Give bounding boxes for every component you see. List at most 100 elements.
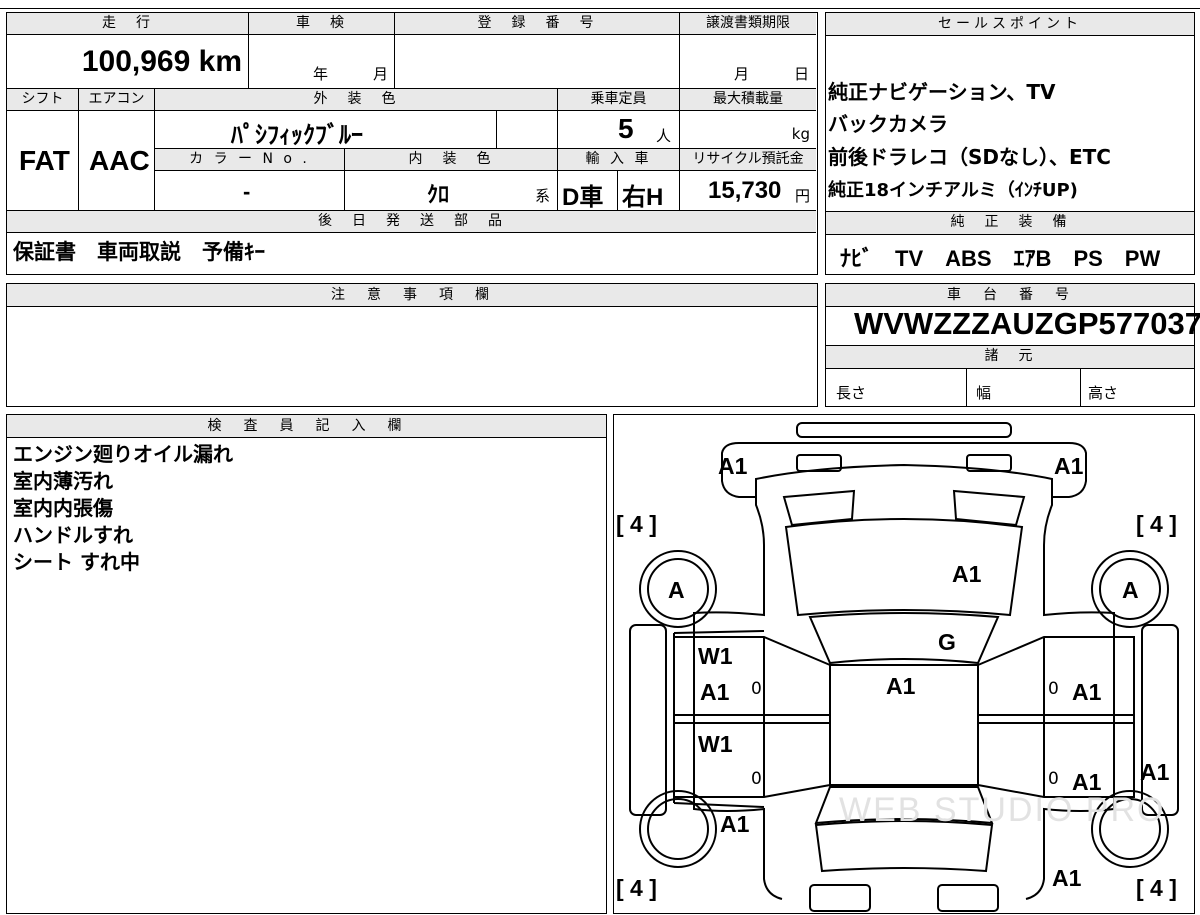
transfer-month: 月 [734,65,750,83]
ext-color-header: 外 装 色 [155,89,558,111]
int-color-suffix: 系 [535,187,551,205]
caution-panel: 注 意 事 項 欄 [6,283,818,407]
equipment-header: 純 正 装 備 [826,211,1194,235]
maxload-unit: kg [791,125,810,143]
inspector-note: エンジン廻りオイル漏れ [13,442,233,466]
capacity-value: 5 [618,113,634,144]
mark-quarter-right: A1 [1140,759,1170,785]
ext-color-extra-cell [497,111,558,149]
equipment-value: ﾅﾋﾞ TV ABS ｴｱB PS PW [840,246,1161,271]
sales-point-line: バックカメラ [828,112,948,136]
inspector-note: ハンドルすれ [13,523,133,547]
ac-value: AAC [89,145,150,176]
int-color-header: 内 装 色 [345,149,558,171]
top-strip [0,0,1200,9]
sales-points-panel: セールスポイント 純正ナビゲーション、TV バックカメラ 前後ドラレコ（SDなし… [825,12,1195,275]
import-type-value: D車 [562,184,604,211]
ext-color-value: ﾊﾟｼﾌｨｯｸﾌﾞﾙｰ [231,122,363,149]
sales-point-line: 純正ナビゲーション、TV [828,80,1056,104]
transfer-day: 日 [794,65,810,83]
colorno-header: カ ラ ー N o . [155,149,345,171]
vehicle-info-panel: 走 行 車 検 登 録 番 号 譲渡書類期限 100,969 km 年 月 月 … [6,12,818,275]
int-color-cell: ｸﾛ 系 [345,171,558,211]
recycle-cell: 15,730 円 [680,171,816,211]
capacity-header: 乗車定員 [558,89,680,111]
handle-value: 右H [622,184,664,211]
mark-rear-left: A1 [720,811,750,837]
inspection-cell: 年 月 [249,35,395,89]
capacity-unit: 人 [656,127,672,145]
mileage-value: 100,969 km [81,45,242,78]
mark-front-left: A1 [718,453,748,479]
mileage-header: 走 行 [7,13,249,35]
regno-header: 登 録 番 号 [395,13,680,35]
mark-tire-rl: [ 4 ] [616,875,657,901]
mark-front-right: A1 [1054,453,1084,479]
inspector-note: 室内内張傷 [13,496,113,520]
ac-cell: AAC [79,111,155,211]
sales-point-line: 前後ドラレコ（SDなし）、ETC [828,145,1111,169]
maxload-header: 最大積載量 [680,89,816,111]
spec-width-label: 幅 [976,384,992,402]
inspector-note: シート すれ中 [13,550,140,574]
inspector-panel: 検 査 員 記 入 欄 エンジン廻りオイル漏れ 室内薄汚れ 室内内張傷 ハンドル… [6,414,607,914]
spec-header: 諸 元 [826,345,1194,369]
sales-points-header: セールスポイント [826,13,1194,36]
mark-tire-rr: [ 4 ] [1136,875,1177,901]
mark-zero: 0 [751,679,762,699]
colorno-cell: - [155,171,345,211]
import-type-cell: D車 [558,171,618,211]
spec-width: 幅 [966,368,1081,406]
mark-wheel-fl: A [668,577,685,603]
inspector-header: 検 査 員 記 入 欄 [7,415,606,438]
mark-zero: 0 [1048,679,1059,699]
later-parts-header: 後 日 発 送 部 品 [7,211,816,233]
later-parts-value: 保証書 車両取説 予備ｷｰ [13,240,265,264]
inspector-note: 室内薄汚れ [13,469,113,493]
mark-tire-fl: [ 4 ] [616,511,657,537]
transfer-header: 譲渡書類期限 [680,13,816,35]
watermark: WEB STUDIO PRO [839,791,1166,829]
shift-cell: FAT [7,111,79,211]
import-header: 輸 入 車 [558,149,680,171]
inspection-header: 車 検 [249,13,395,35]
caution-header: 注 意 事 項 欄 [7,284,817,307]
mark-door-fr: A1 [1072,679,1102,705]
chassis-header: 車 台 番 号 [826,284,1194,307]
transfer-cell: 月 日 [680,35,816,89]
ac-header: エアコン [79,89,155,111]
mark-wheel-fr: A [1122,577,1139,603]
int-color-value: ｸﾛ [427,182,450,207]
mark-windshield: G [938,629,956,655]
mark-rear-right: A1 [1052,865,1082,891]
mark-tire-fr: [ 4 ] [1136,511,1177,537]
handle-cell: 右H [618,171,680,211]
spec-length: 長さ [826,368,967,406]
sales-point-line: 純正18インチアルミ（ｲﾝﾁUP) [828,180,1078,201]
vin-value: WVWZZZAUZGP577037 [854,306,1200,341]
mark-zero: 0 [751,769,762,789]
colorno-value: - [243,179,251,204]
mark-bonnet: A1 [952,561,982,587]
mark-zero: 0 [1048,769,1059,789]
mark-door-fl-2: A1 [700,679,730,705]
mileage-cell: 100,969 km [7,35,249,89]
spec-height-label: 高さ [1088,384,1119,402]
ext-color-cell: ﾊﾟｼﾌｨｯｸﾌﾞﾙｰ [155,111,497,149]
shift-value: FAT [19,145,70,176]
maxload-cell: kg [680,111,816,149]
spec-height: 高さ [1080,368,1192,406]
mark-roof: A1 [886,673,916,699]
mark-door-rl: W1 [698,731,733,757]
recycle-header: リサイクル預託金 [680,149,816,171]
capacity-cell: 5 人 [558,111,680,149]
mark-door-rr: A1 [1072,769,1102,795]
inspection-month: 月 [373,65,389,83]
shift-header: シフト [7,89,79,111]
damage-diagram-panel: WEB STUDIO PRO A1 A1 [ 4 ] [ 4 ] A A A1 … [613,414,1195,914]
regno-cell [395,35,680,89]
recycle-value: 15,730 [708,177,782,204]
spec-length-label: 長さ [836,384,867,402]
chassis-panel: 車 台 番 号 WVWZZZAUZGP577037 諸 元 長さ 幅 高さ [825,283,1200,407]
mark-door-fl-1: W1 [698,643,733,669]
